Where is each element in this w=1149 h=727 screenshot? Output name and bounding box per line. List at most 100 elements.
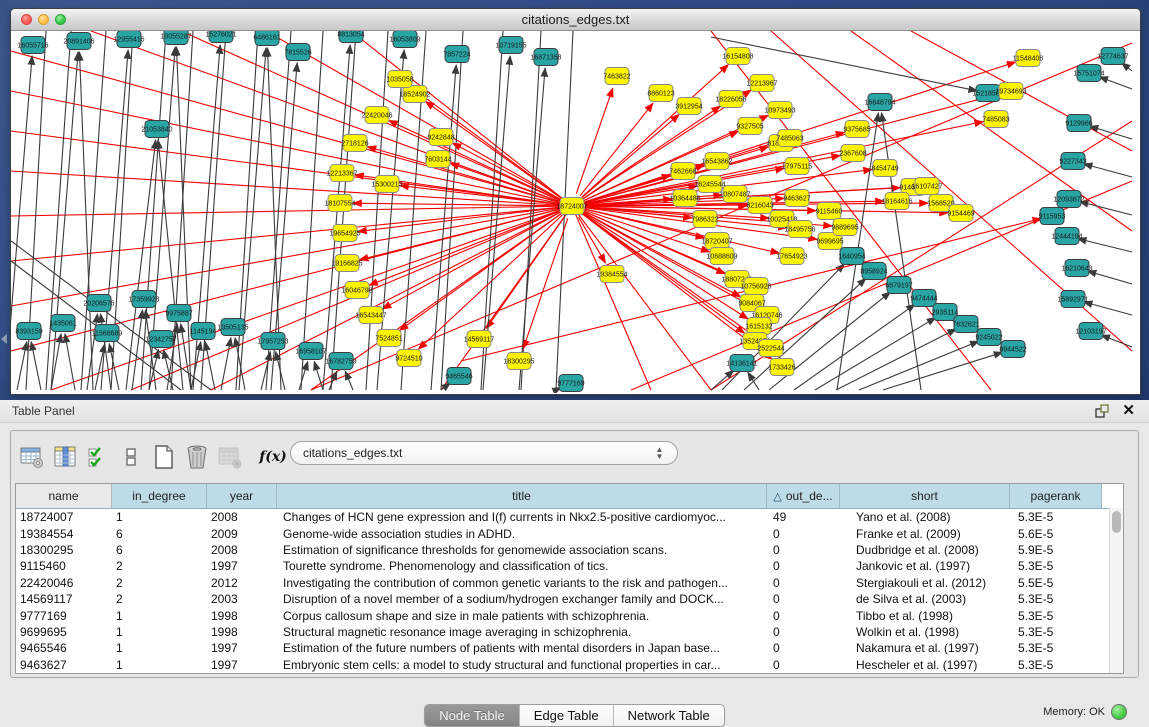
graph-node[interactable]: 17359928: [128, 291, 159, 308]
network-canvas[interactable]: 1872400716055716208914061295541610055287…: [11, 31, 1138, 393]
graph-node[interactable]: 1145194: [190, 323, 217, 340]
function-builder-icon[interactable]: f(x): [258, 441, 288, 473]
graph-node[interactable]: 20891406: [63, 33, 94, 50]
graph-node[interactable]: 1435061: [49, 315, 76, 332]
graph-node[interactable]: 15276021: [205, 31, 236, 43]
column-chooser-icon[interactable]: [50, 441, 80, 473]
graph-node[interactable]: 15751074: [1073, 65, 1104, 82]
graph-node[interactable]: 16107427: [911, 178, 942, 195]
graph-node[interactable]: 16053809: [389, 31, 420, 48]
graph-node[interactable]: 17957253: [257, 333, 288, 350]
scrollbar-thumb[interactable]: [1112, 511, 1121, 533]
graph-node[interactable]: 18720407: [701, 233, 732, 250]
graph-node[interactable]: 16543862: [701, 153, 732, 170]
graph-node[interactable]: 18164616: [881, 193, 912, 210]
graph-node[interactable]: 1035058: [386, 71, 413, 88]
table-row[interactable]: 946554611997Estimation of the future num…: [16, 640, 1123, 656]
graph-node[interactable]: 9777169: [557, 375, 584, 392]
graph-node[interactable]: 9889695: [831, 219, 858, 236]
graph-node[interactable]: 9115953: [1039, 208, 1066, 225]
graph-node[interactable]: 9474444: [910, 290, 937, 307]
graph-node[interactable]: 11548408: [1013, 50, 1044, 67]
graph-node[interactable]: 15892971: [1057, 291, 1088, 308]
graph-node[interactable]: 2718126: [341, 135, 368, 152]
graph-node[interactable]: 11568689: [92, 325, 123, 342]
graph-node[interactable]: 16871358: [530, 49, 561, 66]
table-settings-icon[interactable]: [17, 441, 47, 473]
graph-node[interactable]: 19166825: [331, 255, 362, 272]
graph-node[interactable]: 2522544: [757, 340, 784, 357]
graph-node[interactable]: 16046798: [341, 282, 372, 299]
column-header-short[interactable]: short: [840, 484, 1010, 508]
graph-node[interactable]: 18107554: [324, 195, 355, 212]
graph-node[interactable]: 7857224: [443, 46, 470, 63]
graph-node[interactable]: 8860123: [647, 85, 674, 102]
graph-node[interactable]: 8958924: [860, 263, 887, 280]
new-table-icon[interactable]: [149, 441, 179, 473]
table-row[interactable]: 977716911998Corpus callosum shape and si…: [16, 607, 1123, 623]
column-header-title[interactable]: title: [277, 484, 767, 508]
column-header-name[interactable]: name: [16, 484, 112, 508]
graph-node[interactable]: 7632621: [952, 316, 979, 333]
graph-node[interactable]: 9245022: [975, 329, 1002, 346]
graph-node[interactable]: 14136141: [726, 355, 757, 372]
table-select-dropdown[interactable]: citations_edges.txt ▲▼: [290, 441, 678, 465]
graph-node[interactable]: 8393159: [15, 323, 42, 340]
graph-node[interactable]: 19654925: [329, 225, 360, 242]
graph-node[interactable]: 8216043: [746, 197, 773, 214]
graph-node[interactable]: 9975887: [165, 305, 192, 322]
graph-node[interactable]: 7485083: [982, 111, 1009, 128]
graph-node[interactable]: 8944522: [999, 341, 1026, 358]
graph-node[interactable]: 7986322: [691, 211, 718, 228]
graph-node[interactable]: 9375685: [843, 121, 870, 138]
column-header-in_degree[interactable]: in_degree: [112, 484, 207, 508]
table-row[interactable]: 911546021997Tourette syndrome. Phenomeno…: [16, 558, 1123, 574]
graph-node[interactable]: 18226058: [715, 91, 746, 108]
graph-hub-node[interactable]: 18724007: [556, 198, 587, 215]
graph-node[interactable]: 13505135: [217, 319, 248, 336]
graph-node[interactable]: 14569117: [464, 331, 495, 348]
graph-node[interactable]: 1733426: [768, 359, 795, 376]
graph-node[interactable]: 9115460: [816, 203, 843, 220]
column-header-pagerank[interactable]: pagerank: [1010, 484, 1102, 508]
graph-node[interactable]: 8813054: [337, 31, 364, 43]
graph-node[interactable]: 1615132: [745, 318, 772, 335]
graph-node[interactable]: 6486161: [253, 31, 280, 46]
graph-node[interactable]: 12342757: [145, 331, 176, 348]
delete-trash-icon[interactable]: [182, 441, 212, 473]
table-row[interactable]: 969969511998Structural magnetic resonanc…: [16, 624, 1123, 640]
graph-node[interactable]: 2367608: [839, 145, 866, 162]
table-row[interactable]: 1938455462009Genome-wide association stu…: [16, 525, 1123, 541]
graph-node[interactable]: 12213367: [326, 165, 357, 182]
graph-node[interactable]: 12955416: [113, 31, 144, 48]
graph-node[interactable]: 10688609: [706, 248, 737, 265]
graph-node[interactable]: 19384554: [596, 266, 627, 283]
graph-node[interactable]: 10973493: [764, 102, 795, 119]
graph-node[interactable]: 10756928: [740, 278, 771, 295]
graph-node[interactable]: 9242848: [427, 129, 454, 146]
graph-node[interactable]: 18300295: [503, 353, 534, 370]
graph-node[interactable]: 6879197: [885, 277, 912, 294]
graph-node[interactable]: 16782759: [325, 353, 356, 370]
table-row[interactable]: 1456911722003Disruption of a novel membe…: [16, 591, 1123, 607]
panel-collapse-arrow-icon[interactable]: [1, 334, 7, 344]
table-row[interactable]: 1830029562008Estimation of significance …: [16, 542, 1123, 558]
graph-node[interactable]: 9129966: [1065, 115, 1092, 132]
graph-node[interactable]: 1640954: [838, 248, 865, 265]
column-header-year[interactable]: year: [207, 484, 277, 508]
graph-node[interactable]: 7815526: [284, 44, 311, 61]
graph-node[interactable]: 12444194: [1051, 228, 1082, 245]
graph-node[interactable]: 7485063: [776, 130, 803, 147]
graph-node[interactable]: 16958107: [295, 343, 326, 360]
graph-node[interactable]: 16210643: [1061, 260, 1092, 277]
float-window-icon[interactable]: [1095, 404, 1109, 418]
graph-node[interactable]: 7463822: [603, 68, 630, 85]
graph-node[interactable]: 18495756: [784, 221, 815, 238]
graph-node[interactable]: 22420046: [361, 107, 392, 124]
graph-node[interactable]: 12213967: [746, 75, 777, 92]
graph-node[interactable]: 3912954: [675, 98, 702, 115]
graph-node[interactable]: 10719155: [495, 37, 526, 54]
graph-node[interactable]: 16245544: [694, 176, 725, 193]
memory-status-indicator[interactable]: [1111, 704, 1127, 720]
graph-node[interactable]: 20206576: [83, 295, 114, 312]
